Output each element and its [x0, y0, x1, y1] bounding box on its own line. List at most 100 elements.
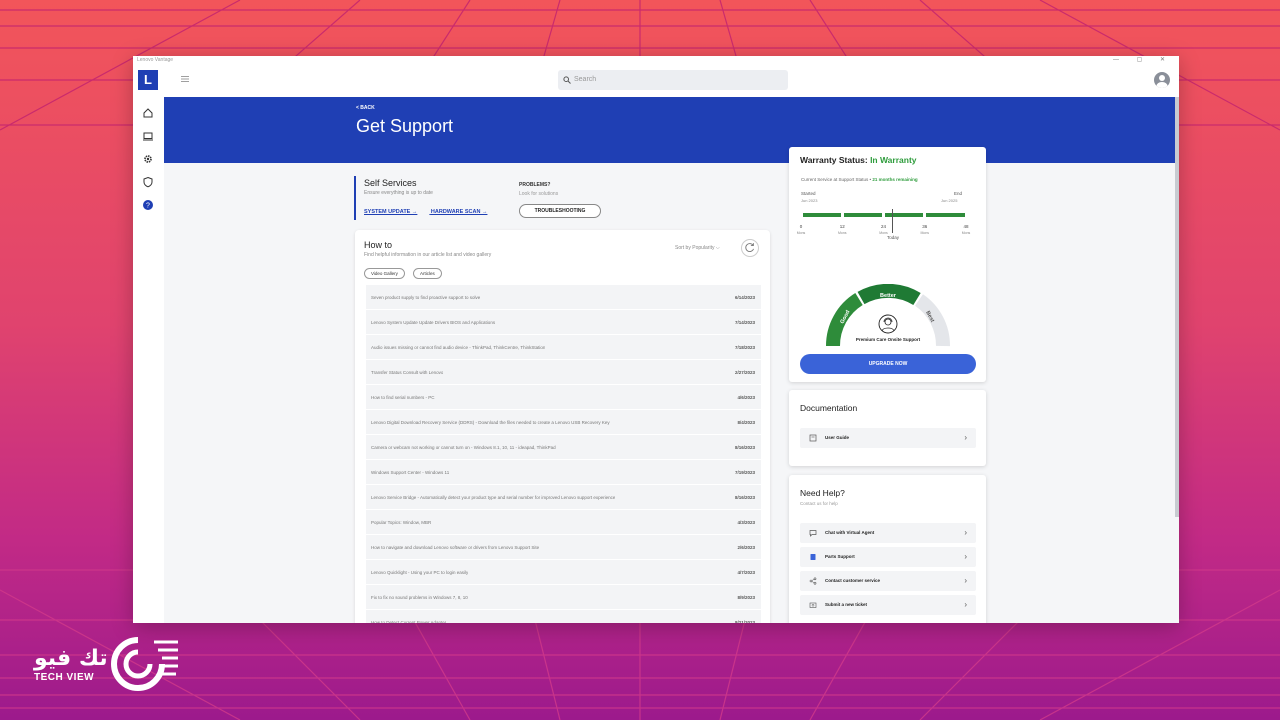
- article-row[interactable]: Lenovo Service Bridge - Automatically de…: [366, 485, 761, 510]
- article-date: 6/14/2023: [734, 295, 755, 300]
- warranty-end-date: Jun 2025: [941, 198, 958, 203]
- article-row[interactable]: Transfer Status Consult with Lenovo 2/27/…: [366, 360, 761, 385]
- search-placeholder: Search: [574, 76, 597, 83]
- how-to-title: How to: [364, 240, 393, 250]
- submit-ticket-label: Submit a new ticket: [825, 602, 868, 607]
- need-help-title: Need Help?: [800, 488, 845, 498]
- article-row[interactable]: Popular Topics: Window, MBR 4/3/2023: [366, 510, 761, 535]
- article-row[interactable]: Seven product supply to find proactive s…: [366, 285, 761, 310]
- article-date: 8/16/2023: [734, 445, 755, 450]
- article-title: Popular Topics: Window, MBR: [371, 520, 432, 525]
- top-bar: L Search: [133, 64, 1179, 97]
- timeline-tick-label: 36: [922, 224, 928, 229]
- menu-icon[interactable]: [181, 75, 189, 83]
- warranty-end-label: End: [954, 191, 963, 196]
- warranty-status: In Warranty: [870, 155, 917, 165]
- account-avatar-icon[interactable]: [1154, 72, 1170, 88]
- timeline-tick-dot: [923, 213, 927, 217]
- support-agent-icon: [878, 314, 898, 334]
- warranty-start-label: Started: [801, 191, 816, 196]
- need-help-subtitle: Contact us for help: [800, 501, 838, 506]
- need-help-card: Need Help? Contact us for help Chat with…: [789, 475, 986, 623]
- sort-dropdown[interactable]: Sort by Popularity ⌵: [675, 245, 720, 251]
- article-row[interactable]: Camera or webcam not working or cannot t…: [366, 435, 761, 460]
- ticket-icon: [809, 602, 817, 608]
- warranty-remaining: 21 months remaining: [872, 177, 918, 182]
- problems-title: PROBLEMS?: [519, 182, 551, 188]
- contact-customer-service-link[interactable]: Contact customer service ›: [800, 571, 976, 591]
- refresh-button[interactable]: [741, 239, 759, 257]
- chat-virtual-agent-link[interactable]: Chat with Virtual Agent ›: [800, 523, 976, 543]
- search-input[interactable]: Search: [558, 70, 788, 90]
- gear-icon[interactable]: [142, 153, 154, 165]
- timeline-tick-label: 48: [963, 224, 969, 229]
- article-date: 2/27/2023: [734, 370, 755, 375]
- today-label: Today: [887, 235, 900, 240]
- contact-customer-service-label: Contact customer service: [825, 578, 881, 583]
- help-icon[interactable]: ?: [142, 199, 154, 211]
- articles-chip[interactable]: Articles: [413, 268, 442, 279]
- article-list: Seven product supply to find proactive s…: [366, 285, 761, 623]
- window-controls[interactable]: — ▢ ✕: [1113, 56, 1173, 64]
- article-title: Lenovo Service Bridge - Automatically de…: [371, 495, 616, 500]
- home-icon[interactable]: [142, 107, 154, 119]
- article-title: Camera or webcam not working or cannot t…: [371, 445, 556, 450]
- article-title: How to navigate and download Lenovo soft…: [371, 545, 540, 550]
- premium-care-label: Premium Care Onsite Support: [855, 337, 921, 342]
- sidebar: ?: [133, 97, 164, 623]
- article-row[interactable]: Lenovo Digital Download Recovery Service…: [366, 410, 761, 435]
- timeline-tick-unit: Mons: [920, 231, 930, 235]
- article-row[interactable]: How to navigate and download Lenovo soft…: [366, 535, 761, 560]
- user-guide-link[interactable]: User Guide ›: [800, 428, 976, 448]
- parts-support-link[interactable]: Parts Support ›: [800, 547, 976, 567]
- chat-icon: [809, 530, 817, 537]
- chevron-right-icon: ›: [964, 552, 967, 561]
- article-row[interactable]: Audio issues missing or cannot find audi…: [366, 335, 761, 360]
- article-row[interactable]: Windows Support Center - Windows 11 7/19/…: [366, 460, 761, 485]
- warranty-title-prefix: Warranty Status:: [800, 155, 871, 165]
- chevron-right-icon: ›: [964, 528, 967, 537]
- article-row[interactable]: Lenovo Quicklight - Using your PC to log…: [366, 560, 761, 585]
- article-date: 8/21/2023: [734, 620, 755, 623]
- problems-section: PROBLEMS? Look for solutions TROUBLESHOO…: [519, 182, 609, 218]
- documentation-title: Documentation: [800, 403, 858, 413]
- upgrade-now-button[interactable]: UPGRADE NOW: [800, 354, 976, 374]
- techview-logo-mark: [111, 637, 178, 691]
- user-guide-label: User Guide: [825, 435, 850, 440]
- book-icon: [809, 434, 817, 442]
- article-row[interactable]: How to Detect Current Power Adapter 8/21/…: [366, 610, 761, 623]
- hardware-scan-link[interactable]: HARDWARE SCAN →: [431, 209, 488, 215]
- problems-subtitle: Look for solutions: [519, 191, 559, 197]
- back-link[interactable]: < BACK: [356, 105, 375, 111]
- chevron-right-icon: ›: [964, 433, 967, 442]
- article-date: 4/6/2023: [737, 395, 755, 400]
- shield-icon[interactable]: [142, 176, 154, 188]
- video-gallery-chip[interactable]: Video Gallery: [364, 268, 405, 279]
- warranty-subtitle: Current Service at Support Status • 21 m…: [801, 177, 918, 182]
- article-date: 7/18/2023: [734, 345, 755, 350]
- article-row[interactable]: Lenovo System Update Update Drivers BIOS…: [366, 310, 761, 335]
- documentation-card: Documentation User Guide ›: [789, 390, 986, 466]
- page-scrollbar[interactable]: [1175, 97, 1179, 517]
- article-date: 4/7/2023: [737, 570, 755, 575]
- chevron-right-icon: ›: [964, 576, 967, 585]
- parts-icon: [810, 554, 816, 560]
- device-icon[interactable]: [142, 130, 154, 142]
- app-logo[interactable]: L: [138, 70, 158, 90]
- timeline-tick-label: 24: [880, 224, 886, 229]
- timeline-tick-dot: [964, 213, 968, 217]
- timeline-tick-label: 0: [799, 224, 803, 229]
- article-row[interactable]: How to find serial numbers - PC 4/6/2023: [366, 385, 761, 410]
- svg-text:?: ?: [146, 202, 150, 209]
- system-update-link[interactable]: SYSTEM UPDATE →: [364, 209, 417, 215]
- article-date: 7/19/2023: [734, 470, 755, 475]
- article-title: Seven product supply to find proactive s…: [371, 295, 481, 300]
- refresh-icon: [745, 243, 754, 252]
- troubleshooting-button[interactable]: TROUBLESHOOTING: [519, 204, 601, 218]
- page-title: Get Support: [356, 116, 454, 136]
- submit-ticket-link[interactable]: Submit a new ticket ›: [800, 595, 976, 615]
- app-window: Lenovo Vantage — ▢ ✕ L Search ? < BACK G…: [133, 56, 1179, 623]
- article-title: Lenovo Quicklight - Using your PC to log…: [371, 570, 469, 575]
- article-title: Lenovo System Update Update Drivers BIOS…: [371, 320, 496, 325]
- article-row[interactable]: Fix to fix no sound problems in Windows …: [366, 585, 761, 610]
